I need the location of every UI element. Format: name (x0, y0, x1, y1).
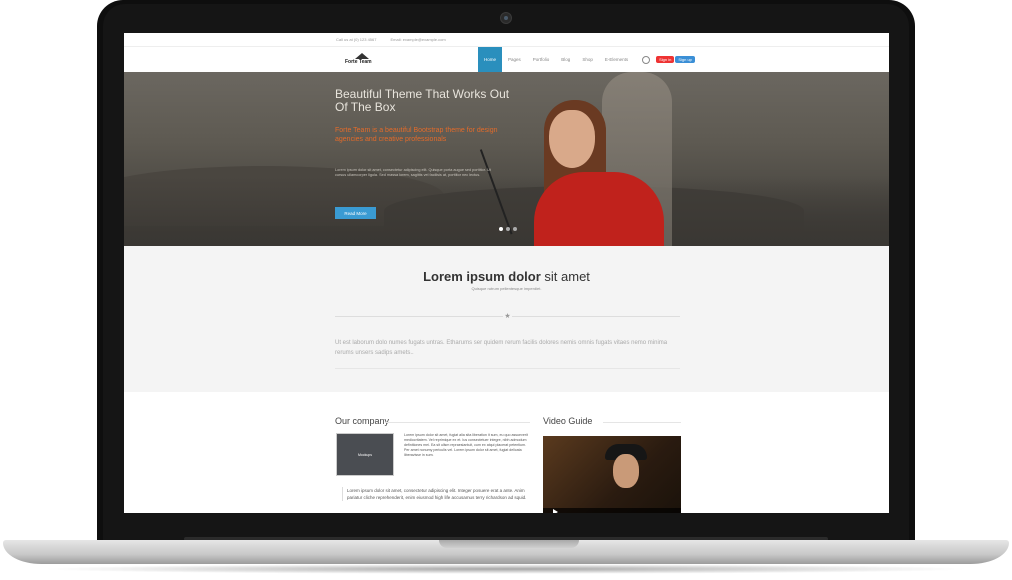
base-notch (439, 540, 579, 548)
intro-subtitle: Quisque rutrum pellentesque imperdiet. (471, 286, 542, 291)
divider (603, 422, 681, 423)
intro-title-rest: sit amet (540, 269, 590, 284)
nav-item-home[interactable]: Home (478, 47, 503, 72)
nav-item-blog[interactable]: Blog (555, 47, 576, 72)
laptop-screen: Call us at (0) 123 4567 Email: example@e… (124, 33, 889, 513)
nav-item-pages[interactable]: Pages (502, 47, 527, 72)
play-icon[interactable] (553, 509, 558, 513)
site-logo[interactable]: Forte Team (345, 53, 381, 67)
hero-body-text: Lorem ipsum dolor sit amet, consectetur … (335, 168, 491, 177)
video-controls[interactable] (543, 508, 681, 513)
star-icon: ★ (503, 312, 512, 321)
divider (335, 368, 680, 369)
divider (385, 422, 530, 423)
topbar-phone: Call us at (0) 123 4567 (336, 37, 377, 42)
slider-dot[interactable] (499, 227, 503, 231)
video-player[interactable] (543, 436, 681, 513)
intro-title-bold: Lorem ipsum dolor (423, 269, 541, 284)
intro-section: Lorem ipsum dolor sit amet Quisque rutru… (124, 246, 889, 392)
company-text: Lorem ipsum dolor sit amet, fugiat alia … (404, 433, 528, 457)
slider-dot[interactable] (513, 227, 517, 231)
hero-subtitle: Forte Team is a beautiful Bootstrap them… (335, 127, 498, 143)
thumbnail-label: Mockups (357, 452, 372, 457)
camera-icon (500, 12, 512, 24)
company-header: Our company (335, 416, 530, 426)
laptop-shadow (40, 564, 972, 574)
intro-title: Lorem ipsum dolor sit amet (124, 269, 889, 284)
logo-text: Forte Team (345, 59, 372, 65)
nav-item-portfolio[interactable]: Portfolio (527, 47, 556, 72)
signin-button[interactable]: Sign in (656, 56, 675, 63)
search-icon[interactable] (642, 55, 651, 64)
hero-slider: Beautiful Theme That Works Out Of The Bo… (124, 72, 889, 246)
video-header: Video Guide (543, 416, 681, 426)
slider-dots (499, 227, 517, 231)
slider-dot[interactable] (506, 227, 510, 231)
laptop-base (3, 540, 1009, 564)
signup-button[interactable]: Sign up (675, 56, 695, 63)
main-navbar: Forte Team Home Pages Portfolio Blog Sho… (124, 47, 889, 73)
video-title: Video Guide (543, 416, 593, 426)
hero-read-more-button[interactable]: Read More (335, 207, 376, 219)
hero-title: Beautiful Theme That Works Out Of The Bo… (335, 87, 510, 114)
company-thumbnail[interactable]: Mockups (336, 433, 394, 476)
nav-item-shop[interactable]: Shop (576, 47, 599, 72)
intro-text: Ut est laborum dolo numes fugats untras.… (335, 340, 668, 356)
hero-woman-face (549, 110, 595, 168)
nav-item-elements[interactable]: E-Elements (599, 47, 634, 72)
company-quote: Lorem ipsum dolor sit amet, consectetur … (342, 487, 537, 501)
top-contact-bar: Call us at (0) 123 4567 Email: example@e… (124, 33, 889, 47)
topbar-email[interactable]: Email: example@example.com (390, 37, 445, 42)
hero-woman-body (534, 172, 664, 246)
company-title: Our company (335, 416, 390, 426)
video-face (613, 454, 639, 488)
main-nav: Home Pages Portfolio Blog Shop E-Element… (478, 47, 695, 72)
